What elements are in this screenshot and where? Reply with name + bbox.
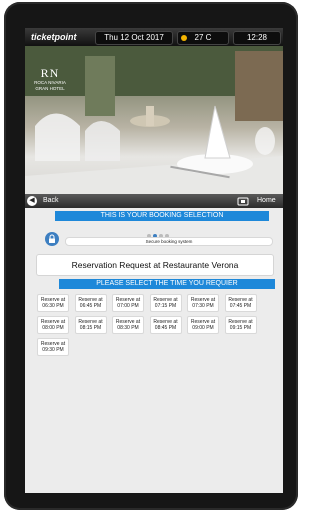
back-label: Back (43, 197, 59, 204)
reserve-time: 07:15 PM (154, 303, 177, 309)
weather-display: 27 C (177, 31, 229, 45)
secure-booking-label: Secure booking system (65, 237, 273, 246)
reserve-time: 07:00 PM (117, 303, 139, 309)
reserve-time: 06:45 PM (79, 303, 102, 309)
hotel-subtitle: GRAN HOTEL (35, 85, 65, 91)
reserve-time: 08:00 PM (42, 325, 64, 331)
reserve-time: 07:45 PM (229, 303, 252, 309)
home-label: Home (257, 197, 276, 204)
select-time-banner: PLEASE SELECT THE TIME YOU REQUIER (59, 279, 275, 289)
reserve-time-button[interactable]: Reserve at 08:45 PM (149, 316, 182, 334)
reservation-title: Reservation Request at Restaurante Veron… (36, 254, 274, 276)
back-button[interactable]: ◀ Back (27, 195, 67, 207)
reserve-time: 09:15 PM (229, 325, 252, 331)
reserve-time-button[interactable]: Reserve at 07:15 PM (149, 294, 182, 312)
hotel-logo: RN ROCA NIVARIA GRAN HOTEL (30, 66, 70, 91)
kiosk-screen: ticketpoint Thu 12 Oct 2017 27 C 12:28 R… (25, 28, 283, 493)
restaurant-photo: RN ROCA NIVARIA GRAN HOTEL (25, 46, 283, 194)
back-arrow-icon: ◀ (27, 196, 37, 206)
reserve-time: 09:30 PM (42, 347, 64, 353)
reserve-time: 08:30 PM (117, 325, 139, 331)
reserve-time: 08:45 PM (154, 325, 177, 331)
reserve-time-button[interactable]: Reserve at 08:15 PM (74, 316, 107, 334)
booking-selection-banner: THIS IS YOUR BOOKING SELECTION (55, 211, 269, 221)
navigation-bar: ◀ Back Home (25, 194, 283, 208)
reserve-time-button[interactable]: Reserve at 07:00 PM (112, 294, 144, 312)
reserve-time: 07:30 PM (192, 303, 214, 309)
reserve-time-button[interactable]: Reserve at 09:15 PM (224, 316, 257, 334)
reserve-time-button[interactable]: Reserve at 07:45 PM (224, 294, 257, 312)
reserve-time-button[interactable]: Reserve at 06:30 PM (37, 294, 69, 312)
reserve-time-button[interactable]: Reserve at 08:30 PM (112, 316, 144, 334)
hotel-monogram: RN (40, 66, 60, 80)
reserve-time: 06:30 PM (42, 303, 64, 309)
home-button[interactable]: Home (237, 195, 279, 207)
temperature-text: 27 C (194, 33, 212, 42)
reserve-time-button[interactable]: Reserve at 07:30 PM (187, 294, 219, 312)
reserve-time-button[interactable]: Reserve at 09:30 PM (37, 338, 69, 356)
sun-icon (181, 35, 187, 41)
reserve-time-button[interactable]: Reserve at 08:00 PM (37, 316, 69, 334)
kiosk-device-frame: ticketpoint Thu 12 Oct 2017 27 C 12:28 R… (4, 2, 298, 510)
clock-display: 12:28 (233, 31, 281, 45)
home-icon (237, 197, 249, 206)
reserve-time: 08:15 PM (79, 325, 102, 331)
status-bar: ticketpoint Thu 12 Oct 2017 27 C 12:28 (25, 28, 283, 46)
brand-logo: ticketpoint (31, 32, 77, 42)
reserve-time: 09:00 PM (192, 325, 214, 331)
reserve-time-button[interactable]: Reserve at 06:45 PM (74, 294, 107, 312)
hotel-name: ROCA NIVARIA (34, 80, 66, 86)
lock-icon (45, 232, 59, 246)
date-display: Thu 12 Oct 2017 (95, 31, 173, 45)
reserve-time-button[interactable]: Reserve at 09:00 PM (187, 316, 219, 334)
